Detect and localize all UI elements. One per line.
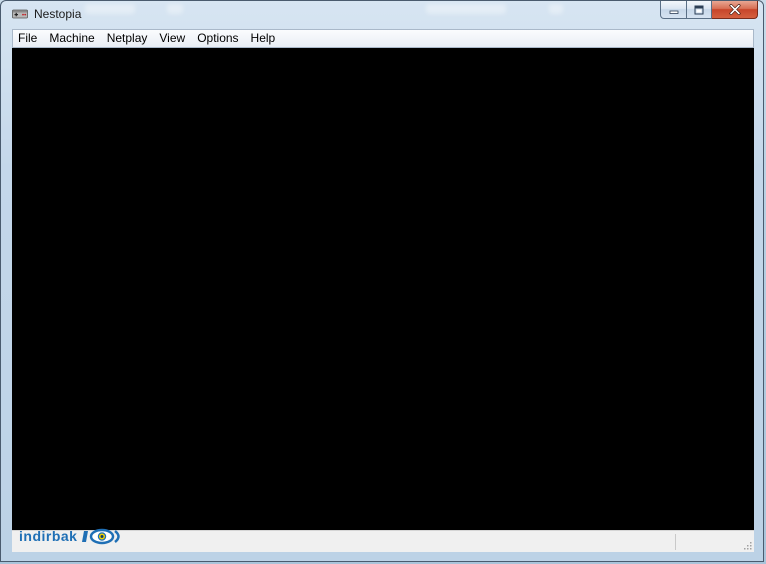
- resize-grip-icon[interactable]: [742, 540, 752, 550]
- background-blur: [426, 4, 506, 14]
- maximize-button[interactable]: [687, 1, 712, 19]
- watermark: indirbak: [19, 527, 123, 545]
- title-bar[interactable]: Nestopia: [1, 1, 763, 29]
- nes-controller-icon[interactable]: [12, 7, 28, 21]
- menu-help[interactable]: Help: [245, 30, 282, 47]
- menu-options[interactable]: Options: [191, 30, 244, 47]
- watermark-logo-icon: [82, 528, 121, 545]
- nestopia-window: Nestopia File Machine Netplay View Optio…: [0, 0, 764, 562]
- background-blur: [85, 4, 135, 14]
- menu-bar: File Machine Netplay View Options Help: [12, 29, 754, 48]
- status-divider: [675, 534, 676, 550]
- minimize-icon: [669, 10, 678, 14]
- menu-netplay[interactable]: Netplay: [101, 30, 154, 47]
- background-blur: [167, 4, 183, 14]
- menu-file[interactable]: File: [13, 30, 43, 47]
- close-icon: [729, 4, 740, 15]
- close-button[interactable]: [712, 1, 758, 19]
- emulator-display[interactable]: [12, 48, 754, 530]
- maximize-icon: [694, 5, 704, 14]
- background-blur: [549, 4, 563, 14]
- menu-machine[interactable]: Machine: [43, 30, 100, 47]
- minimize-button[interactable]: [660, 1, 687, 19]
- caption-buttons: [660, 1, 758, 20]
- menu-view[interactable]: View: [153, 30, 191, 47]
- watermark-text: indirbak: [19, 528, 78, 544]
- window-title: Nestopia: [34, 7, 82, 21]
